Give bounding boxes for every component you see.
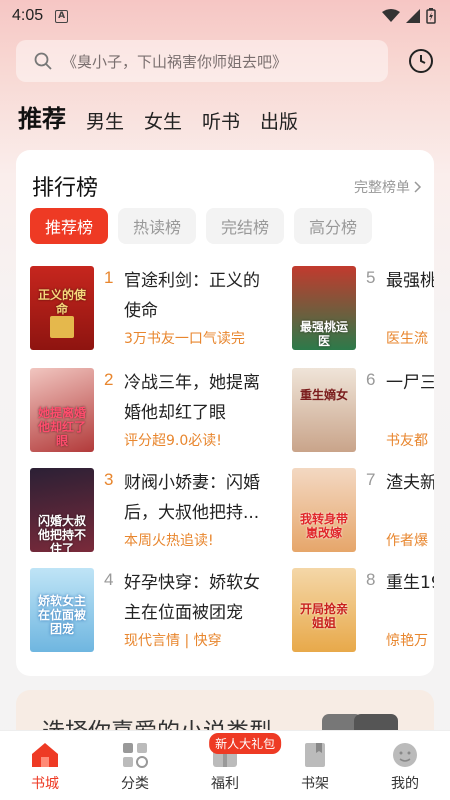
- bookshelf-icon: [305, 743, 325, 767]
- full-ranking-label: 完整榜单: [354, 180, 410, 196]
- book-cover: 闪婚大叔他把持不住了: [30, 468, 94, 552]
- profile-icon: [393, 743, 417, 767]
- book-title: 冷战三年，她提离婚他却红了眼: [124, 373, 260, 423]
- rank-number: 5: [366, 268, 376, 287]
- nav-category[interactable]: 分类: [90, 731, 180, 800]
- book-cover: 娇软女主在位面被团宠: [30, 568, 94, 652]
- book-title: 渣夫新带崽改: [386, 473, 434, 493]
- rank-number: 6: [366, 370, 376, 389]
- nav-welfare[interactable]: 新人大礼包 福利: [180, 731, 282, 800]
- book-item[interactable]: 开局抢亲姐姐 8 重生19娶姐姐 惊艳万: [292, 568, 434, 652]
- book-tag: 惊艳万: [386, 633, 428, 649]
- nav-label: 书架: [301, 776, 329, 792]
- tab-recommend[interactable]: 推荐: [18, 99, 66, 134]
- book-item[interactable]: 正义的使命 1 官途利剑：正义的使命 3万书友一口气读完: [30, 266, 290, 350]
- nav-profile[interactable]: 我的: [360, 731, 450, 800]
- pill-recommend[interactable]: 推荐榜: [30, 208, 109, 244]
- nav-label: 我的: [391, 776, 419, 792]
- clock-icon: [409, 49, 433, 73]
- book-tag: 书友都: [386, 433, 428, 449]
- category-icon: [123, 743, 148, 768]
- pill-top-rated[interactable]: 高分榜: [294, 208, 373, 244]
- history-button[interactable]: [406, 46, 436, 76]
- book-item[interactable]: 我转身带崽改嫁 7 渣夫新带崽改 作者爆: [292, 468, 434, 552]
- nav-bookstore[interactable]: 书城: [0, 731, 90, 800]
- tab-male[interactable]: 男生: [86, 107, 124, 134]
- cover-title: 她提离婚他却红了眼: [37, 406, 86, 448]
- book-item[interactable]: 重生嫡女 6 一尸三生嫡女 书友都: [292, 368, 434, 452]
- book-item[interactable]: 闪婚大叔他把持不住了 3 财阀小娇妻：闪婚后，大叔他把持... 本周火热追读!: [30, 468, 290, 552]
- book-title: 财阀小娇妻：闪婚后，大叔他把持...: [124, 473, 260, 523]
- cover-title: 最强桃运医: [299, 320, 348, 348]
- book-tag: 作者爆: [386, 533, 428, 549]
- ranking-title: 排行榜: [32, 176, 99, 201]
- notification-icon: A: [55, 9, 69, 23]
- search-placeholder: 《臭小子，下山祸害你师姐去吧》: [62, 52, 288, 71]
- bottom-nav: 书城 分类 新人大礼包 福利 书架 我的: [0, 730, 450, 800]
- book-tag: 评分超9.0必读!: [124, 433, 222, 449]
- book-cover: 我转身带崽改嫁: [292, 468, 356, 552]
- full-ranking-link[interactable]: 完整榜单: [354, 177, 422, 197]
- book-title: 好孕快穿：娇软女主在位面被团宠: [124, 573, 260, 623]
- wifi-icon: [382, 9, 400, 22]
- book-tag: 医生流: [386, 331, 428, 347]
- ranking-pills: 推荐榜 热读榜 完结榜 高分榜: [30, 208, 373, 244]
- book-title: 官途利剑：正义的使命: [124, 271, 260, 321]
- status-time: 4:05: [12, 7, 44, 24]
- tab-female[interactable]: 女生: [144, 107, 182, 134]
- book-tag: 现代言情 | 快穿: [124, 633, 222, 649]
- book-item[interactable]: 娇软女主在位面被团宠 4 好孕快穿：娇软女主在位面被团宠 现代言情 | 快穿: [30, 568, 290, 652]
- book-cover: 她提离婚他却红了眼: [30, 368, 94, 452]
- tab-publishing[interactable]: 出版: [260, 107, 298, 134]
- cover-title: 正义的使命: [37, 288, 86, 316]
- search-input[interactable]: 《臭小子，下山祸害你师姐去吧》: [16, 40, 388, 82]
- battery-icon: [426, 8, 436, 24]
- book-tag: 本周火热追读!: [124, 533, 214, 549]
- search-row: 《臭小子，下山祸害你师姐去吧》: [16, 40, 436, 82]
- channel-tabs: 推荐 男生 女生 听书 出版: [18, 98, 298, 134]
- cover-title: 重生嫡女: [299, 388, 348, 402]
- ranking-card: 排行榜 完整榜单 推荐榜 热读榜 完结榜 高分榜 正义的使命 1 官途利剑：正义…: [16, 150, 434, 676]
- cover-title: 娇软女主在位面被团宠: [37, 594, 86, 636]
- cover-title: 闪婚大叔他把持不住了: [37, 514, 86, 552]
- book-cover: 最强桃运医: [292, 266, 356, 350]
- rank-number: 4: [104, 570, 114, 589]
- pill-finished[interactable]: 完结榜: [206, 208, 285, 244]
- nav-label: 分类: [121, 776, 149, 792]
- rank-number: 3: [104, 470, 114, 489]
- book-title: 重生19娶姐姐: [386, 573, 434, 593]
- cover-title: 我转身带崽改嫁: [299, 512, 348, 540]
- cover-title: 开局抢亲姐姐: [299, 602, 348, 630]
- book-cover: 开局抢亲姐姐: [292, 568, 356, 652]
- search-icon: [34, 52, 52, 70]
- book-title: 最强桃: [386, 271, 434, 291]
- book-title: 一尸三生嫡女: [386, 373, 434, 393]
- status-bar: 4:05 A: [0, 0, 450, 32]
- book-item[interactable]: 她提离婚他却红了眼 2 冷战三年，她提离婚他却红了眼 评分超9.0必读!: [30, 368, 290, 452]
- pill-hot[interactable]: 热读榜: [118, 208, 197, 244]
- chevron-right-icon: [414, 181, 422, 193]
- nav-label: 书城: [31, 776, 59, 792]
- book-item[interactable]: 最强桃运医 5 最强桃 医生流: [292, 266, 434, 350]
- nav-label: 福利: [211, 776, 239, 792]
- nav-bookshelf[interactable]: 书架: [270, 731, 360, 800]
- rank-number: 1: [104, 268, 114, 287]
- tab-audiobook[interactable]: 听书: [202, 107, 240, 134]
- rank-number: 2: [104, 370, 114, 389]
- book-cover: 正义的使命: [30, 266, 94, 350]
- home-icon: [32, 743, 58, 767]
- rank-number: 7: [366, 470, 376, 489]
- book-tag: 3万书友一口气读完: [124, 331, 245, 347]
- rank-number: 8: [366, 570, 376, 589]
- signal-icon: [406, 9, 420, 23]
- book-cover: 重生嫡女: [292, 368, 356, 452]
